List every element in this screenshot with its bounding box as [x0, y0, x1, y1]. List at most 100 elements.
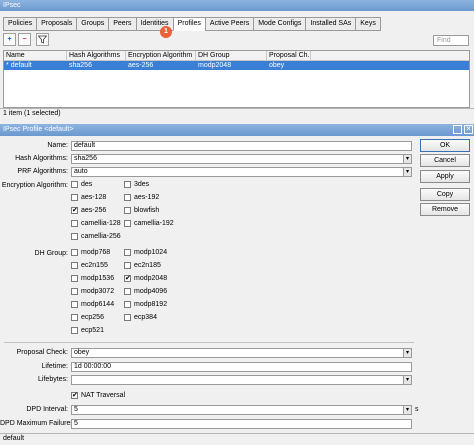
proposal-check-label: Proposal Check:: [16, 349, 68, 356]
encryption-checkbox[interactable]: camellia-256: [71, 233, 121, 240]
apply-button[interactable]: Apply: [420, 170, 470, 183]
prf-select[interactable]: auto ▾: [71, 167, 412, 177]
tab-installed-sas[interactable]: Installed SAs: [305, 17, 357, 31]
checkbox-box[interactable]: [124, 262, 131, 269]
remove-button[interactable]: Remove: [420, 203, 470, 216]
checkbox-box[interactable]: ✔: [124, 275, 131, 282]
checkbox-box[interactable]: [71, 249, 78, 256]
checkbox-box[interactable]: [71, 275, 78, 282]
encryption-option-label: aes-192: [134, 194, 160, 201]
checkbox-box[interactable]: [124, 314, 131, 321]
dh-group-option-label: ecp256: [81, 314, 104, 321]
dh-group-checkbox[interactable]: ecp256: [71, 314, 104, 321]
column-header[interactable]: Name: [4, 51, 67, 60]
cancel-button[interactable]: Cancel: [420, 154, 470, 167]
checkbox-box[interactable]: [71, 220, 78, 227]
remove-icon[interactable]: −: [18, 33, 31, 46]
dh-group-checkbox[interactable]: modp1024: [124, 249, 167, 256]
dh-group-checkbox[interactable]: modp3072: [71, 288, 114, 295]
checkbox-box[interactable]: [71, 327, 78, 334]
checkbox-box[interactable]: [71, 233, 78, 240]
dpd-interval-field[interactable]: 5 ▾: [71, 405, 412, 415]
dh-group-checkbox[interactable]: modp4096: [124, 288, 167, 295]
checkbox-box[interactable]: [124, 288, 131, 295]
dh-group-checkbox[interactable]: ec2n155: [71, 262, 108, 269]
profiles-table: Name Hash Algorithms Encryption Algorith…: [3, 50, 470, 108]
checkbox-box[interactable]: [124, 249, 131, 256]
dpd-interval-value: 5: [74, 406, 78, 413]
tab-keys[interactable]: Keys: [355, 17, 381, 31]
hash-value: sha256: [74, 155, 97, 162]
dh-group-checkbox[interactable]: modp1536: [71, 275, 114, 282]
checkbox-box[interactable]: [71, 314, 78, 321]
nat-traversal-checkbox[interactable]: ✔ NAT Traversal: [71, 392, 125, 399]
checkbox-box[interactable]: [71, 262, 78, 269]
chevron-down-icon[interactable]: ▾: [403, 376, 411, 384]
dh-group-checkbox[interactable]: modp6144: [71, 301, 114, 308]
checkbox-box[interactable]: [124, 301, 131, 308]
dh-group-options: modp768 modp1024 ec2n155 ec2n185 modp1536 ✔ mo…: [71, 249, 211, 341]
nat-traversal-label: NAT Traversal: [81, 392, 126, 399]
dh-group-option-label: modp1024: [134, 249, 168, 256]
copy-button[interactable]: Copy: [420, 188, 470, 201]
chevron-down-icon[interactable]: ▾: [403, 155, 411, 163]
chevron-down-icon[interactable]: ▾: [403, 349, 411, 357]
encryption-checkbox[interactable]: 3des: [124, 181, 149, 188]
chevron-down-icon[interactable]: ▾: [403, 406, 411, 414]
tab-mode-configs[interactable]: Mode Configs: [253, 17, 307, 31]
hash-select[interactable]: sha256 ▾: [71, 154, 412, 164]
checkbox-box[interactable]: [124, 194, 131, 201]
checkbox-box[interactable]: [71, 181, 78, 188]
column-header[interactable]: Encryption Algorithm: [126, 51, 196, 60]
encryption-checkbox[interactable]: aes-128: [71, 194, 106, 201]
column-header[interactable]: Proposal Ch...: [267, 51, 311, 60]
tab-policies[interactable]: Policies: [3, 17, 38, 31]
find-input[interactable]: Find: [433, 35, 469, 46]
checkbox-box[interactable]: ✔: [71, 207, 78, 214]
lifetime-label: Lifetime:: [41, 363, 68, 370]
chevron-down-icon[interactable]: ▾: [403, 168, 411, 176]
encryption-checkbox[interactable]: camellia-128: [71, 220, 121, 227]
table-row[interactable]: * default sha256 aes-256 modp2048 obey: [4, 61, 469, 70]
dpd-max-failures-field[interactable]: 5: [71, 419, 412, 429]
filter-icon[interactable]: [36, 33, 49, 46]
lifetime-field[interactable]: 1d 00:00:00: [71, 362, 412, 372]
add-icon[interactable]: +: [3, 33, 16, 46]
checkbox-box[interactable]: [71, 288, 78, 295]
encryption-option-label: camellia-192: [134, 220, 174, 227]
checkbox-box[interactable]: [124, 207, 131, 214]
column-header[interactable]: DH Group: [196, 51, 267, 60]
ok-button[interactable]: OK: [420, 139, 470, 152]
close-icon[interactable]: ✕: [464, 125, 473, 134]
encryption-checkbox[interactable]: camellia-192: [124, 220, 174, 227]
encryption-checkbox[interactable]: des: [71, 181, 92, 188]
checkbox-box[interactable]: ✔: [71, 392, 78, 399]
lifebytes-field[interactable]: ▾: [71, 375, 412, 385]
dh-group-option-label: ecp521: [81, 327, 104, 334]
encryption-checkbox[interactable]: blowfish: [124, 207, 159, 214]
encryption-checkbox[interactable]: aes-192: [124, 194, 159, 201]
restore-icon[interactable]: [453, 125, 462, 134]
checkbox-box[interactable]: [71, 301, 78, 308]
dh-group-option-label: ec2n185: [134, 262, 161, 269]
tab-groups[interactable]: Groups: [76, 17, 110, 31]
dh-group-checkbox[interactable]: ecp521: [71, 327, 104, 334]
encryption-checkbox[interactable]: ✔ aes-256: [71, 207, 106, 214]
tab-proposals[interactable]: Proposals: [36, 17, 78, 31]
dh-group-checkbox[interactable]: modp768: [71, 249, 110, 256]
tab-peers[interactable]: Peers: [108, 17, 137, 31]
dh-group-checkbox[interactable]: modp8192: [124, 301, 167, 308]
name-field[interactable]: default: [71, 141, 412, 151]
tab-profiles[interactable]: Profiles: [172, 17, 206, 31]
proposal-check-select[interactable]: obey ▾: [71, 348, 412, 358]
dh-group-checkbox[interactable]: ecp384: [124, 314, 157, 321]
dh-group-option-label: modp4096: [134, 288, 168, 295]
checkbox-box[interactable]: [124, 220, 131, 227]
checkbox-box[interactable]: [71, 194, 78, 201]
tab-active-peers[interactable]: Active Peers: [204, 17, 255, 31]
dh-group-checkbox[interactable]: ✔ modp2048: [124, 275, 167, 282]
checkbox-box[interactable]: [124, 181, 131, 188]
column-header[interactable]: Hash Algorithms: [67, 51, 126, 60]
dh-group-checkbox[interactable]: ec2n185: [124, 262, 161, 269]
encryption-option-label: camellia-128: [81, 220, 121, 227]
